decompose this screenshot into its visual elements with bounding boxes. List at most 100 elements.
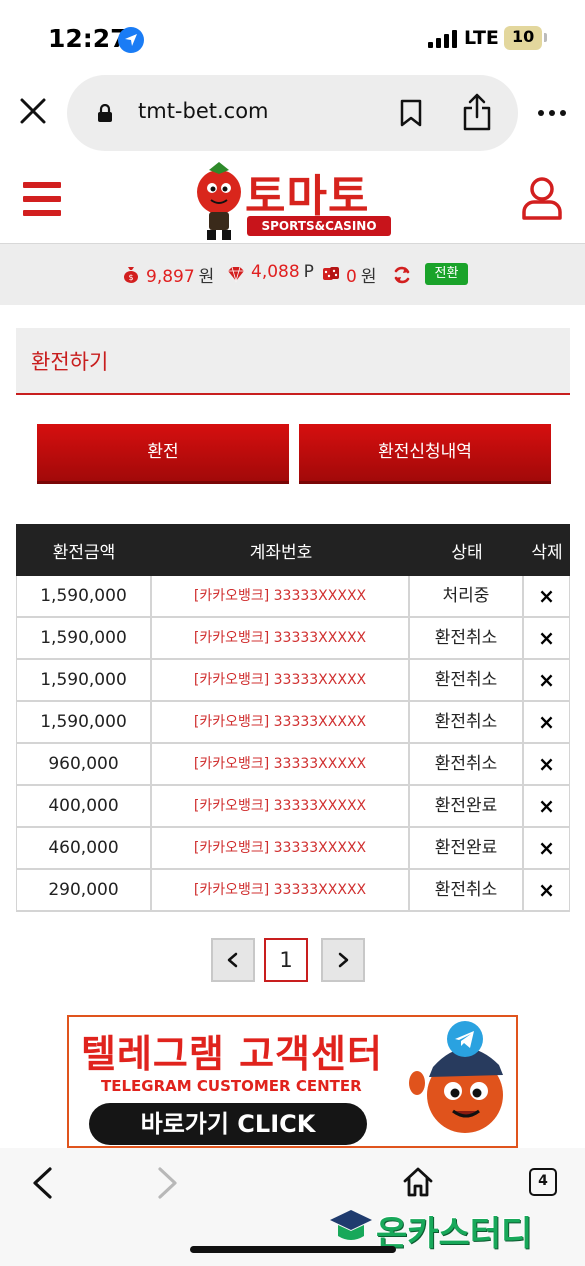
money-balance: 9,897 원 bbox=[146, 262, 214, 287]
cell-amount: 1,590,000 bbox=[16, 702, 152, 742]
table-row: 1,590,000 [카카오뱅크] 33333XXXXX 환전취소 × bbox=[16, 660, 570, 702]
svg-text:$: $ bbox=[128, 273, 133, 282]
logo-subtitle: SPORTS&CASINO bbox=[247, 216, 391, 236]
forward-icon[interactable] bbox=[156, 1166, 180, 1200]
next-icon bbox=[338, 952, 349, 968]
cell-amount: 960,000 bbox=[16, 744, 152, 784]
gem-icon bbox=[228, 266, 244, 283]
network-label: LTE bbox=[464, 27, 499, 49]
cell-amount: 460,000 bbox=[16, 828, 152, 868]
cell-amount: 1,590,000 bbox=[16, 576, 152, 616]
casino-balance: 0원 bbox=[346, 262, 376, 287]
cell-status: 처리중 bbox=[410, 576, 524, 616]
close-icon[interactable] bbox=[18, 96, 48, 126]
cell-account: [카카오뱅크] 33333XXXXX bbox=[152, 660, 410, 700]
money-unit: 원 bbox=[198, 267, 215, 287]
user-icon[interactable] bbox=[521, 176, 563, 220]
cell-status: 환전취소 bbox=[410, 744, 524, 784]
exchange-button[interactable]: 환전 bbox=[37, 424, 289, 484]
table-row: 1,590,000 [카카오뱅크] 33333XXXXX 환전취소 × bbox=[16, 702, 570, 744]
table-header: 환전금액 계좌번호 상태 삭제 bbox=[16, 524, 570, 576]
status-bar: 12:27 LTE 10 bbox=[0, 0, 585, 78]
bookmark-icon[interactable] bbox=[399, 99, 423, 127]
delete-button[interactable]: × bbox=[524, 702, 570, 742]
signal-icon bbox=[428, 30, 458, 48]
delete-button[interactable]: × bbox=[524, 786, 570, 826]
tabs-icon[interactable]: 4 bbox=[529, 1168, 557, 1196]
cell-status: 환전취소 bbox=[410, 702, 524, 742]
header-status: 상태 bbox=[451, 543, 483, 563]
header-account: 계좌번호 bbox=[249, 543, 313, 563]
battery-tip bbox=[544, 33, 547, 42]
cell-account: [카카오뱅크] 33333XXXXX bbox=[152, 744, 410, 784]
exchange-table: 환전금액 계좌번호 상태 삭제 1,590,000 [카카오뱅크] 33333XX… bbox=[16, 524, 570, 912]
back-icon[interactable] bbox=[30, 1166, 54, 1200]
cell-status: 환전완료 bbox=[410, 786, 524, 826]
logo-title: 토마토 bbox=[245, 171, 370, 222]
url-text[interactable]: tmt-bet.com bbox=[138, 99, 269, 123]
lock-icon bbox=[98, 104, 112, 122]
delete-button[interactable]: × bbox=[524, 828, 570, 868]
convert-button[interactable]: 전환 bbox=[425, 263, 468, 285]
prev-page-button[interactable] bbox=[211, 938, 255, 982]
tomato-mascot bbox=[197, 162, 241, 240]
banner-click-button[interactable]: 바로가기 CLICK bbox=[89, 1103, 367, 1145]
cell-account: [카카오뱅크] 33333XXXXX bbox=[152, 786, 410, 826]
cell-account: [카카오뱅크] 33333XXXXX bbox=[152, 702, 410, 742]
section-header: 환전하기 bbox=[16, 328, 570, 395]
cell-amount: 400,000 bbox=[16, 786, 152, 826]
banner-subtitle: TELEGRAM CUSTOMER CENTER bbox=[101, 1077, 362, 1095]
prev-icon bbox=[227, 952, 238, 968]
cell-amount: 1,590,000 bbox=[16, 618, 152, 658]
page-title: 환전하기 bbox=[31, 350, 109, 374]
address-bar[interactable] bbox=[67, 75, 518, 151]
table-row: 400,000 [카카오뱅크] 33333XXXXX 환전완료 × bbox=[16, 786, 570, 828]
table-row: 460,000 [카카오뱅크] 33333XXXXX 환전완료 × bbox=[16, 828, 570, 870]
hamburger-icon[interactable] bbox=[23, 182, 61, 216]
cell-status: 환전취소 bbox=[410, 870, 524, 910]
cell-account: [카카오뱅크] 33333XXXXX bbox=[152, 870, 410, 910]
points-unit: P bbox=[303, 262, 314, 282]
points-balance: 4,088 P bbox=[251, 262, 314, 282]
delete-button[interactable]: × bbox=[524, 576, 570, 616]
delete-button[interactable]: × bbox=[524, 870, 570, 910]
delete-button[interactable]: × bbox=[524, 618, 570, 658]
table-row: 290,000 [카카오뱅크] 33333XXXXX 환전취소 × bbox=[16, 870, 570, 912]
casino-value: 0 bbox=[346, 267, 357, 287]
cell-status: 환전완료 bbox=[410, 828, 524, 868]
telegram-banner[interactable]: 텔레그램 고객센터 TELEGRAM CUSTOMER CENTER 바로가기 … bbox=[67, 1015, 518, 1148]
location-icon bbox=[118, 27, 144, 53]
telegram-icon bbox=[447, 1021, 483, 1057]
casino-unit: 원 bbox=[360, 267, 377, 287]
cell-amount: 1,590,000 bbox=[16, 660, 152, 700]
table-row: 1,590,000 [카카오뱅크] 33333XXXXX 환전취소 × bbox=[16, 618, 570, 660]
money-value: 9,897 bbox=[146, 267, 195, 287]
home-icon[interactable] bbox=[402, 1166, 434, 1198]
cell-status: 환전취소 bbox=[410, 660, 524, 700]
site-logo[interactable]: 토마토 SPORTS&CASINO bbox=[193, 160, 393, 244]
refresh-icon[interactable] bbox=[392, 265, 412, 285]
next-page-button[interactable] bbox=[321, 938, 365, 982]
points-value: 4,088 bbox=[251, 262, 300, 282]
current-page[interactable]: 1 bbox=[264, 938, 308, 982]
dice-icon bbox=[323, 267, 339, 280]
cell-status: 환전취소 bbox=[410, 618, 524, 658]
home-indicator bbox=[190, 1246, 396, 1253]
header-amount: 환전금액 bbox=[52, 543, 116, 563]
table-row: 960,000 [카카오뱅크] 33333XXXXX 환전취소 × bbox=[16, 744, 570, 786]
table-body: 1,590,000 [카카오뱅크] 33333XXXXX 처리중 × 1,590,000… bbox=[16, 576, 570, 912]
status-time: 12:27 bbox=[48, 24, 128, 53]
delete-button[interactable]: × bbox=[524, 660, 570, 700]
watermark-text: 온카스터디 bbox=[376, 1214, 533, 1254]
exchange-history-button[interactable]: 환전신청내역 bbox=[299, 424, 551, 484]
delete-button[interactable]: × bbox=[524, 744, 570, 784]
cell-account: [카카오뱅크] 33333XXXXX bbox=[152, 618, 410, 658]
header-delete: 삭제 bbox=[531, 543, 563, 563]
more-icon[interactable] bbox=[538, 110, 566, 116]
table-row: 1,590,000 [카카오뱅크] 33333XXXXX 처리중 × bbox=[16, 576, 570, 618]
graduation-cap-icon bbox=[330, 1210, 372, 1240]
battery-level: 10 bbox=[512, 27, 535, 46]
share-icon[interactable] bbox=[462, 93, 492, 131]
banner-title: 텔레그램 고객센터 bbox=[81, 1032, 383, 1076]
money-bag-icon: $ bbox=[124, 267, 138, 283]
